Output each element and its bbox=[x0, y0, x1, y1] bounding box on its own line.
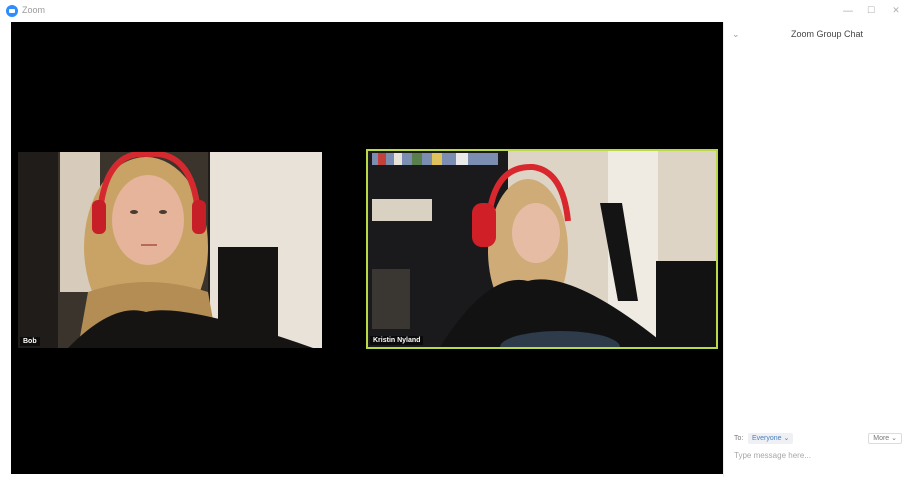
minimize-button[interactable]: — bbox=[838, 3, 858, 19]
close-button[interactable]: ✕ bbox=[886, 3, 906, 19]
maximize-button[interactable]: ☐ bbox=[861, 3, 881, 19]
participant-video-feed bbox=[368, 151, 716, 347]
participant-name-label: Bob bbox=[20, 337, 40, 346]
video-gallery: Bob Kristin Nyland bbox=[11, 22, 723, 474]
chat-panel: ⌄ Zoom Group Chat To: Everyone ⌄ More ⌄ bbox=[723, 22, 913, 477]
to-label: To: bbox=[734, 435, 744, 442]
chat-message-list[interactable] bbox=[724, 46, 913, 428]
window-title: Zoom bbox=[22, 5, 46, 15]
chevron-down-icon[interactable]: ⌄ bbox=[732, 30, 740, 40]
participant-video-tile[interactable]: Bob bbox=[18, 152, 322, 348]
chat-message-input[interactable] bbox=[734, 448, 906, 462]
active-speaker-video-tile[interactable]: Kristin Nyland bbox=[366, 149, 718, 349]
recipient-dropdown[interactable]: Everyone ⌄ bbox=[748, 433, 794, 444]
chat-recipient-row: To: Everyone ⌄ More ⌄ bbox=[734, 432, 906, 446]
chat-panel-title: Zoom Group Chat bbox=[790, 29, 864, 39]
zoom-logo-icon bbox=[6, 5, 18, 17]
title-bar: Zoom — ☐ ✕ bbox=[0, 0, 913, 22]
participant-video-feed bbox=[18, 152, 322, 348]
participant-name-label: Kristin Nyland bbox=[370, 336, 424, 345]
more-button[interactable]: More ⌄ bbox=[868, 433, 902, 444]
